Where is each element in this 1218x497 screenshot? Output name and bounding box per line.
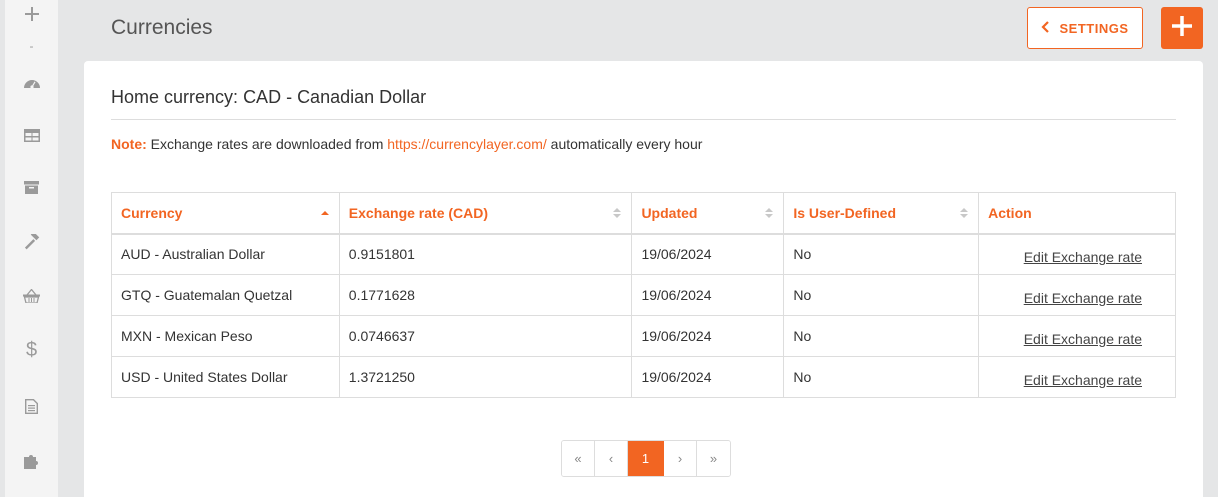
document-icon[interactable] [5,392,58,420]
edit-exchange-rate-link[interactable]: Edit Exchange rate [1024,372,1142,388]
settings-button-label: SETTINGS [1059,20,1129,36]
cell-updated: 19/06/2024 [631,274,785,316]
home-currency-label: Home currency: [111,87,239,107]
sidebar-collapse-dash[interactable]: - [5,40,58,52]
cell-rate: 0.1771628 [338,274,633,316]
cell-action: Edit Exchange rate [978,274,1176,316]
archive-icon[interactable] [5,173,58,201]
sidebar: - $ [5,0,58,497]
page-next-button[interactable]: › [664,441,697,476]
page-title: Currencies [111,16,213,39]
cell-user-defined: No [783,233,980,275]
edit-exchange-rate-link[interactable]: Edit Exchange rate [1024,290,1142,306]
cell-action: Edit Exchange rate [978,356,1176,398]
hammer-icon[interactable] [5,228,58,256]
dashboard-icon[interactable] [5,68,58,96]
cell-updated: 19/06/2024 [631,356,785,398]
column-header-currency[interactable]: Currency [111,192,340,235]
cell-updated: 19/06/2024 [631,233,785,275]
cell-currency: AUD - Australian Dollar [111,233,340,275]
home-currency: Home currency: CAD - Canadian Dollar [111,87,426,108]
column-header-action: Action [978,192,1176,235]
note-label: Note: [111,136,147,152]
sort-icon [960,207,969,218]
cell-user-defined: No [783,274,980,316]
chevron-left-icon [1041,20,1050,36]
edit-exchange-rate-link[interactable]: Edit Exchange rate [1024,331,1142,347]
table-row: AUD - Australian Dollar 0.9151801 19/06/… [111,233,1176,275]
column-header-exchange-rate[interactable]: Exchange rate (CAD) [338,192,633,235]
note-text-after: automatically every hour [546,136,703,152]
column-header-updated[interactable]: Updated [631,192,785,235]
page-first-button[interactable]: « [562,441,595,476]
currencies-card: Home currency: CAD - Canadian Dollar Not… [84,61,1203,497]
divider [111,119,1176,120]
home-currency-value: CAD - Canadian Dollar [243,87,427,107]
cell-currency: USD - United States Dollar [111,356,340,398]
page-prev-button[interactable]: ‹ [595,441,628,476]
plus-icon [1172,15,1192,41]
page-last-button[interactable]: » [697,441,730,476]
dollar-icon[interactable]: $ [5,336,58,364]
sort-icon [765,207,774,218]
table-header-row: Currency Exchange rate (CAD) Updated Is … [111,192,1176,235]
cell-action: Edit Exchange rate [978,315,1176,357]
currencylayer-link[interactable]: https://currencylayer.com/ [387,136,547,152]
cell-currency: MXN - Mexican Peso [111,315,340,357]
table-icon[interactable] [5,121,58,149]
puzzle-icon[interactable] [5,447,58,475]
edit-exchange-rate-link[interactable]: Edit Exchange rate [1024,249,1142,265]
plus-icon[interactable] [5,0,58,28]
cell-user-defined: No [783,356,980,398]
pagination: « ‹ 1 › » [561,440,731,477]
sort-asc-icon [320,210,329,215]
cell-rate: 0.9151801 [338,233,633,275]
basket-icon[interactable] [5,282,58,310]
cell-updated: 19/06/2024 [631,315,785,357]
sort-icon [613,207,622,218]
cell-rate: 0.0746637 [338,315,633,357]
table-row: GTQ - Guatemalan Quetzal 0.1771628 19/06… [111,274,1176,316]
cell-user-defined: No [783,315,980,357]
cell-rate: 1.3721250 [338,356,633,398]
add-currency-button[interactable] [1161,7,1203,49]
note-text-before: Exchange rates are downloaded from [146,136,388,152]
page-current-button[interactable]: 1 [628,441,664,476]
column-header-user-defined[interactable]: Is User-Defined [783,192,980,235]
settings-button[interactable]: SETTINGS [1027,7,1143,49]
cell-action: Edit Exchange rate [978,233,1176,275]
cell-currency: GTQ - Guatemalan Quetzal [111,274,340,316]
table-row: USD - United States Dollar 1.3721250 19/… [111,356,1176,398]
table-row: MXN - Mexican Peso 0.0746637 19/06/2024 … [111,315,1176,357]
note: Note: Exchange rates are downloaded from… [111,136,702,152]
currencies-table: Currency Exchange rate (CAD) Updated Is … [111,192,1176,398]
